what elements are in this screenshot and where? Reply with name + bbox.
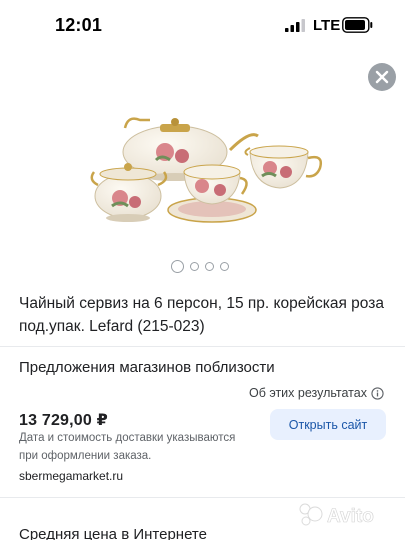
close-button[interactable] xyxy=(368,63,396,91)
open-site-button[interactable]: Открыть сайт xyxy=(270,409,386,440)
shop-domain-link[interactable]: sbermegamarket.ru xyxy=(19,469,123,483)
info-icon xyxy=(371,386,384,400)
network-label: LTE xyxy=(313,17,341,34)
battery-icon xyxy=(342,17,373,33)
carousel-dot[interactable] xyxy=(205,261,214,271)
product-title: Чайный сервиз на 6 персон, 15 пр. корейс… xyxy=(19,295,384,335)
divider xyxy=(0,346,405,347)
watermark-text: Avito xyxy=(327,506,374,527)
avito-watermark-logo: Avito xyxy=(299,503,374,527)
status-time: 12:01 xyxy=(55,15,103,35)
avg-price-heading: Средняя цена в Интернете xyxy=(19,526,207,540)
offers-heading: Предложения магазинов поблизости xyxy=(19,359,275,376)
carousel-dot-active[interactable] xyxy=(171,259,184,273)
delivery-note: Дата и стоимость доставки указываются пр… xyxy=(19,432,236,462)
offer-price: 13 729,00 ₽ xyxy=(19,412,108,429)
carousel-dot[interactable] xyxy=(220,261,229,271)
close-icon xyxy=(375,70,389,84)
about-results-link[interactable]: Об этих результатах xyxy=(249,386,384,400)
carousel-dot[interactable] xyxy=(190,261,199,271)
about-results-label: Об этих результатах xyxy=(249,386,367,400)
signal-icon xyxy=(285,19,305,32)
tea-set-image[interactable] xyxy=(80,110,330,240)
divider xyxy=(0,497,405,498)
status-bar: 12:01 LTE xyxy=(0,0,405,50)
carousel-dots xyxy=(171,259,229,273)
